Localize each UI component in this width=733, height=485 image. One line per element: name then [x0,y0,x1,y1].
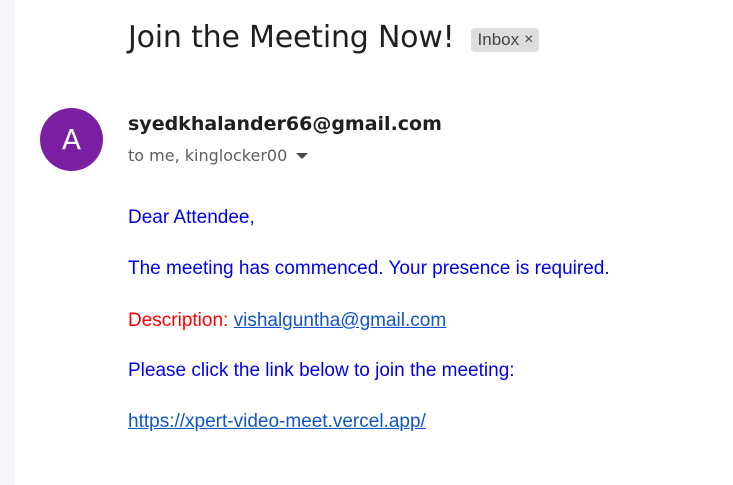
greeting-text: Dear Attendee, [128,207,255,228]
inbox-label-chip[interactable]: Inbox × [470,27,540,52]
description-label: Description: [128,310,229,331]
email-view: Join the Meeting Now! Inbox × A syedkhal… [0,0,733,485]
meeting-link[interactable]: https://xpert-video-meet.vercel.app/ [128,411,426,432]
description-email-link[interactable]: vishalguntha@gmail.com [234,310,447,331]
sender-email[interactable]: syedkhalander66@gmail.com [128,113,442,135]
chevron-down-icon[interactable] [296,152,309,159]
email-subject: Join the Meeting Now! [128,20,455,55]
meeting-link-line: https://xpert-video-meet.vercel.app/ [128,411,426,433]
avatar[interactable]: A [40,108,103,171]
instruction-text: Please click the link below to join the … [128,360,515,381]
inbox-label-text: Inbox [477,29,520,49]
close-icon[interactable]: × [524,31,533,48]
subject-row: Join the Meeting Now! Inbox × [128,20,540,55]
recipients-text: to me, kinglocker00 [128,146,288,165]
left-rail [0,0,15,485]
body-text-commenced: The meeting has commenced. Your presence… [128,258,610,279]
recipients-line: to me, kinglocker00 [128,146,309,165]
description-line: Description: vishalguntha@gmail.com [128,310,446,332]
